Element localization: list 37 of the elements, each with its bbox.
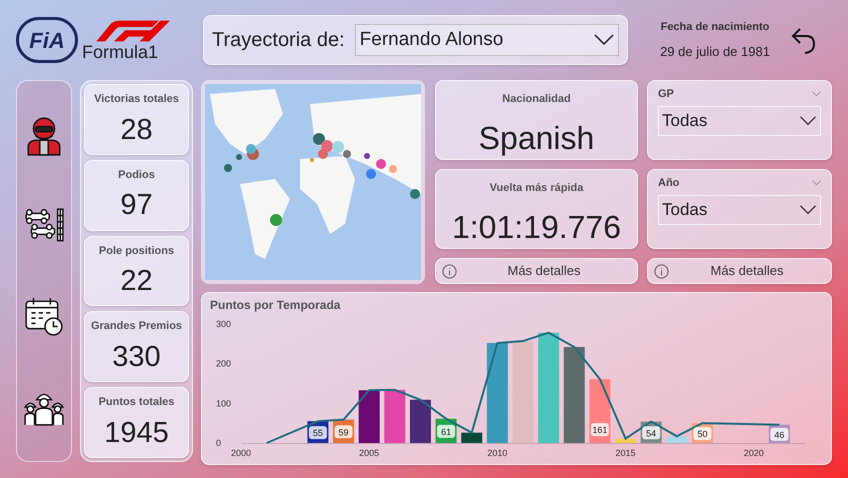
data-label: 55 bbox=[308, 426, 327, 440]
kpi-value: 28 bbox=[120, 116, 153, 144]
birth-date-value: 29 de julio de 1981 bbox=[660, 42, 770, 61]
fia-logo: FiA bbox=[16, 17, 78, 63]
y-axis-label: 0 bbox=[216, 438, 222, 448]
kpi-value: 97 bbox=[120, 191, 153, 220]
info-label: Vuelta más rápida bbox=[490, 181, 584, 196]
kpi-label: Podios bbox=[118, 168, 155, 183]
filter-label: Año bbox=[658, 176, 680, 191]
info-value: 1:01:19.776 bbox=[452, 210, 622, 242]
x-axis-label: 2015 bbox=[616, 448, 636, 458]
selector-label: Trayectoria de: bbox=[212, 28, 345, 53]
kpi-label: Puntos totales bbox=[98, 395, 174, 410]
kpi-value: 1945 bbox=[104, 418, 169, 448]
kpi-label: Pole positions bbox=[98, 244, 174, 259]
filter-label: GP bbox=[658, 87, 674, 102]
x-axis-label: 2010 bbox=[487, 448, 508, 458]
kpi-label: Grandes Premios bbox=[90, 319, 182, 334]
info-value: Spanish bbox=[478, 122, 594, 154]
data-label: 161 bbox=[590, 423, 609, 436]
x-axis-label: 2000 bbox=[230, 448, 252, 458]
chart-title: Puntos por Temporada bbox=[209, 297, 342, 314]
kpi-value: 22 bbox=[120, 267, 153, 296]
kpi-value: 330 bbox=[112, 342, 161, 372]
y-axis-label: 200 bbox=[216, 358, 232, 369]
birth-date-label: Fecha de nacimiento bbox=[660, 20, 770, 35]
data-label: 50 bbox=[693, 427, 712, 440]
y-axis-label: 100 bbox=[216, 398, 232, 408]
data-label: 61 bbox=[437, 424, 456, 438]
kpi-label: Victorias totales bbox=[94, 92, 179, 107]
data-label: 54 bbox=[642, 426, 660, 440]
info-label: Nacionalidad bbox=[502, 92, 571, 107]
data-label: 59 bbox=[334, 425, 353, 438]
f1-logo: Formula1 bbox=[82, 19, 178, 61]
y-axis-label: 300 bbox=[216, 319, 232, 329]
x-axis-label: 2020 bbox=[744, 448, 764, 458]
x-axis-label: 2005 bbox=[359, 448, 380, 458]
